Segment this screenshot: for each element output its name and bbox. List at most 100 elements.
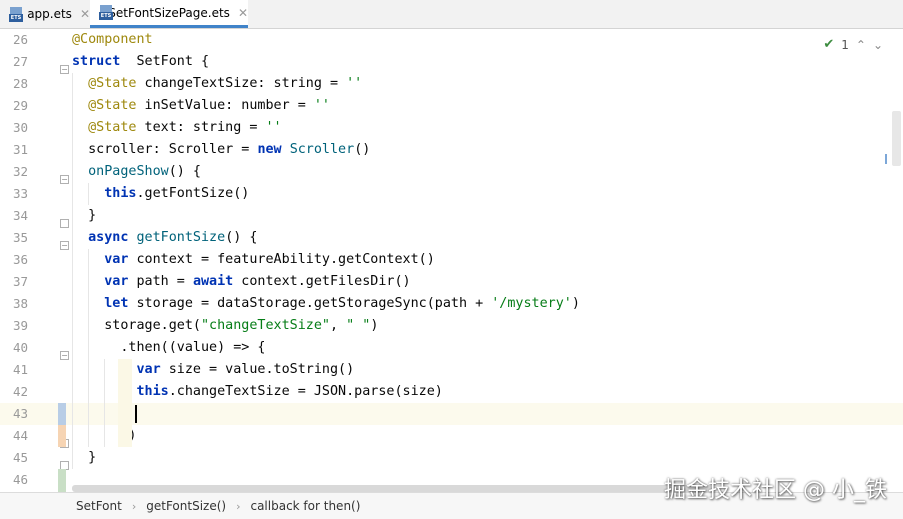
indent-highlight: [118, 359, 132, 447]
code-line[interactable]: 44 }): [0, 425, 903, 447]
line-number: 42: [12, 384, 28, 399]
code-line[interactable]: 31 scroller: Scroller = new Scroller(): [0, 139, 903, 161]
line-number: 38: [12, 296, 28, 311]
code-editor[interactable]: 26 @Component 27 struct SetFont {28 @State …: [0, 29, 903, 492]
code-line[interactable]: 32 onPageShow() {: [0, 161, 903, 183]
code-line[interactable]: 37 var path = await context.getFilesDir(…: [0, 271, 903, 293]
inspection-widget[interactable]: ✔ 1 ⌃ ⌄: [823, 37, 883, 52]
code-line[interactable]: 30 @State text: string = '': [0, 117, 903, 139]
fold-icon[interactable]: −: [60, 351, 69, 360]
code-line[interactable]: 41 var size = value.toString(): [0, 359, 903, 381]
chevron-down-icon[interactable]: ⌄: [873, 38, 883, 52]
code-text[interactable]: @State text: string = '': [72, 117, 282, 139]
code-token: SetFont {: [120, 54, 210, 69]
code-text[interactable]: .then((value) => {: [72, 337, 265, 359]
code-line[interactable]: 34 }: [0, 205, 903, 227]
line-number: 27: [12, 54, 28, 69]
editor-tab-bar: ETS app.ets ✕ ETS SetFontSizePage.ets ✕: [0, 0, 903, 29]
code-line[interactable]: 39 storage.get("changeTextSize", " "): [0, 315, 903, 337]
code-token: scroller: Scroller =: [72, 142, 258, 157]
code-token: struct: [72, 54, 121, 69]
code-token: this: [104, 186, 137, 201]
code-text[interactable]: var size = value.toString(): [72, 359, 355, 381]
code-token: context.getFilesDir(): [233, 274, 411, 289]
code-line[interactable]: 45 }: [0, 447, 903, 469]
breadcrumb-item-callback[interactable]: callback for then(): [250, 499, 360, 513]
code-text[interactable]: @State changeTextSize: string = '': [72, 73, 362, 95]
code-text[interactable]: var context = featureAbility.getContext(…: [72, 249, 435, 271]
code-text[interactable]: var path = await context.getFilesDir(): [72, 271, 411, 293]
code-token: async: [88, 230, 129, 245]
code-text[interactable]: storage.get("changeTextSize", " "): [72, 315, 378, 337]
code-token: .getFontSize(): [136, 186, 250, 201]
code-token: inSetValue: number =: [136, 98, 314, 113]
code-text[interactable]: this.getFontSize(): [72, 183, 249, 205]
code-line[interactable]: 40 .then((value) => {: [0, 337, 903, 359]
line-number: 34: [12, 208, 28, 223]
code-token: @State: [88, 120, 137, 135]
code-text[interactable]: @Component: [72, 29, 153, 51]
chevron-right-icon: ›: [131, 499, 137, 513]
line-number: 35: [12, 230, 28, 245]
breadcrumb-item-getfontsize[interactable]: getFontSize(): [146, 499, 226, 513]
vertical-scrollbar[interactable]: [892, 111, 901, 166]
vcs-changed-marker[interactable]: [58, 425, 66, 447]
code-text[interactable]: scroller: Scroller = new Scroller(): [72, 139, 370, 161]
code-text[interactable]: }: [72, 447, 96, 469]
line-number: 28: [12, 76, 28, 91]
code-token: ,: [330, 318, 347, 333]
close-icon[interactable]: ✕: [80, 7, 90, 21]
code-text[interactable]: let storage = dataStorage.getStorageSync…: [72, 293, 580, 315]
code-line[interactable]: 42 this.changeTextSize = JSON.parse(size…: [0, 381, 903, 403]
inspection-count: 1: [841, 37, 849, 52]
code-line[interactable]: 35 async getFontSize() {: [0, 227, 903, 249]
line-number: 46: [12, 472, 28, 487]
tab-setfontsizepage-ets[interactable]: ETS SetFontSizePage.ets ✕: [90, 0, 248, 28]
code-line[interactable]: 26 @Component: [0, 29, 903, 51]
fold-icon[interactable]: −: [60, 241, 69, 250]
horizontal-scrollbar[interactable]: [72, 485, 712, 492]
code-text[interactable]: }: [72, 205, 96, 227]
code-line[interactable]: 36 var context = featureAbility.getConte…: [0, 249, 903, 271]
code-token: await: [192, 274, 234, 289]
fold-icon[interactable]: −: [60, 175, 69, 184]
line-number: 33: [12, 186, 28, 201]
code-token: getFontSize: [136, 230, 226, 245]
code-line[interactable]: 27 struct SetFont {: [0, 51, 903, 73]
vcs-modified-marker[interactable]: [58, 403, 66, 425]
line-number: 37: [12, 274, 28, 289]
code-line[interactable]: 33 this.getFontSize(): [0, 183, 903, 205]
line-number: 32: [12, 164, 28, 179]
vcs-added-marker[interactable]: [58, 469, 66, 492]
code-line[interactable]: 38 let storage = dataStorage.getStorageS…: [0, 293, 903, 315]
code-token: size = value.toString(): [160, 362, 355, 377]
text-caret: [135, 405, 137, 423]
tab-label: SetFontSizePage.ets: [108, 5, 230, 20]
line-number: 44: [12, 428, 28, 443]
code-token: var: [104, 274, 129, 289]
tab-app-ets[interactable]: ETS app.ets ✕: [0, 0, 90, 28]
scrollbar-change-marker: [885, 154, 887, 164]
close-icon[interactable]: ✕: [238, 6, 248, 20]
fold-end-icon[interactable]: [60, 219, 69, 228]
fold-icon[interactable]: −: [60, 65, 69, 74]
code-token: '': [313, 98, 330, 113]
code-text[interactable]: struct SetFont {: [72, 51, 209, 73]
code-line[interactable]: 29 @State inSetValue: number = '': [0, 95, 903, 117]
code-token: '': [346, 76, 363, 91]
code-line[interactable]: 28 @State changeTextSize: string = '': [0, 73, 903, 95]
breadcrumb-item-setfont[interactable]: SetFont: [76, 499, 122, 513]
chevron-up-icon[interactable]: ⌃: [856, 38, 866, 52]
code-text[interactable]: async getFontSize() {: [72, 227, 257, 249]
code-token: this: [136, 384, 169, 399]
line-number: 39: [12, 318, 28, 333]
code-text[interactable]: onPageShow() {: [72, 161, 201, 183]
ets-file-icon: ETS: [9, 6, 23, 22]
code-text[interactable]: @State inSetValue: number = '': [72, 95, 330, 117]
code-token: }: [72, 450, 97, 465]
